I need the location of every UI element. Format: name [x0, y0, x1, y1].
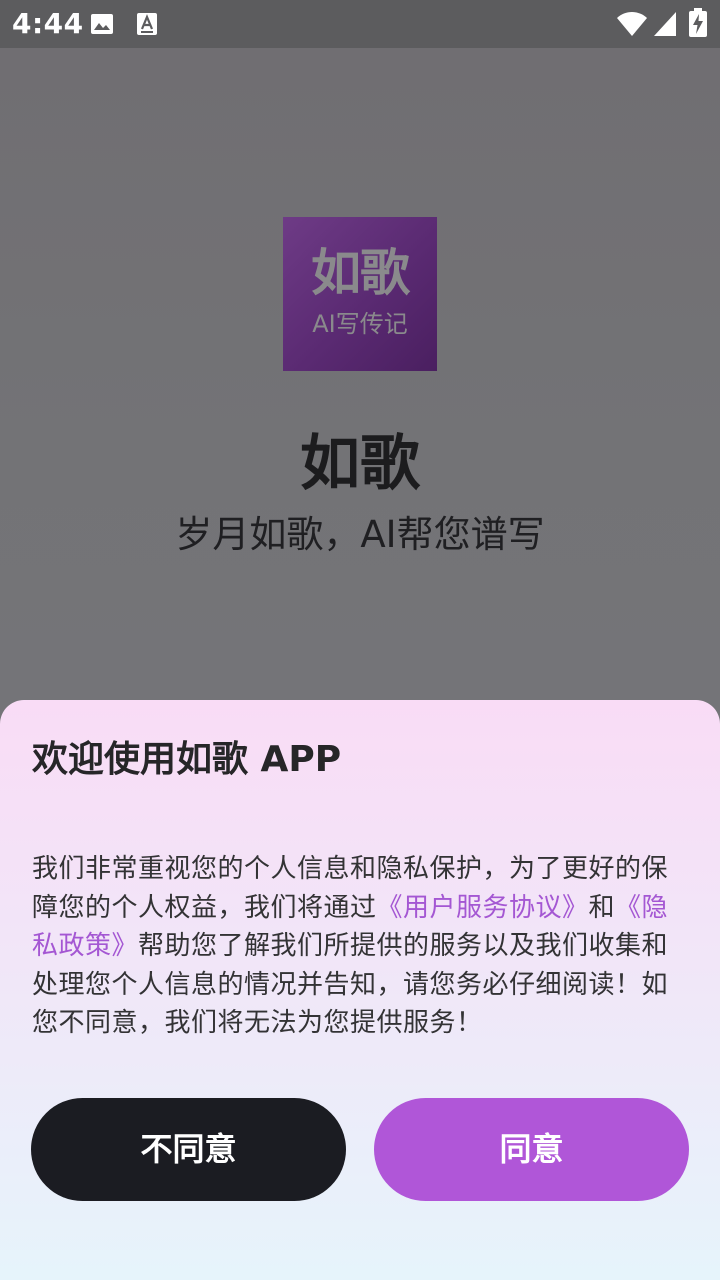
- signal-icon: [654, 12, 676, 36]
- dialog-body: 我们非常重视您的个人信息和隐私保护，为了更好的保障您的个人权益，我们将通过《用户…: [32, 850, 692, 1043]
- status-bar: 4:44: [0, 0, 720, 48]
- status-time: 4:44: [12, 7, 84, 40]
- battery-charging-icon: [689, 8, 707, 37]
- screen: 4:44 如歌 AI写传记 如歌 岁月如歌，AI帮您谱写 欢迎使用如歌 APP …: [0, 0, 720, 1280]
- decline-button[interactable]: 不同意: [31, 1098, 346, 1201]
- wifi-icon: [617, 12, 647, 36]
- agree-button[interactable]: 同意: [374, 1098, 689, 1201]
- logo-title: 如歌: [311, 244, 410, 302]
- user-agreement-link[interactable]: 《用户服务协议》: [377, 893, 589, 923]
- app-logo: 如歌 AI写传记: [283, 217, 437, 371]
- splash-area: 如歌 AI写传记 如歌 岁月如歌，AI帮您谱写: [0, 48, 720, 700]
- font-download-icon: [137, 13, 157, 35]
- dialog-title: 欢迎使用如歌 APP: [32, 739, 342, 780]
- body-text-and: 和: [588, 892, 616, 923]
- privacy-dialog: 欢迎使用如歌 APP 我们非常重视您的个人信息和隐私保护，为了更好的保障您的个人…: [0, 700, 720, 1280]
- image-icon: [91, 14, 113, 34]
- app-slogan: 岁月如歌，AI帮您谱写: [175, 513, 545, 556]
- app-name: 如歌: [300, 429, 420, 499]
- logo-subtitle: AI写传记: [312, 310, 408, 338]
